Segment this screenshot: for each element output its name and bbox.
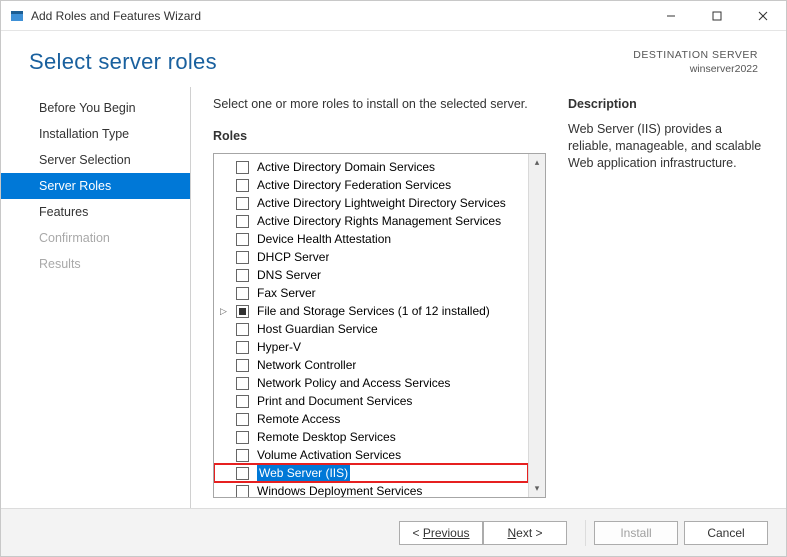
role-label: Network Policy and Access Services — [257, 375, 450, 391]
role-row[interactable]: Web Server (IIS) — [214, 464, 528, 482]
minimize-button[interactable] — [648, 1, 694, 31]
sidebar-item-features[interactable]: Features — [1, 199, 190, 225]
roles-list[interactable]: Active Directory Domain Services Active D… — [214, 154, 528, 497]
role-row[interactable]: Hyper-V — [214, 338, 528, 356]
sidebar: Before You BeginInstallation TypeServer … — [1, 87, 191, 508]
window-title: Add Roles and Features Wizard — [31, 9, 648, 23]
footer-divider — [585, 520, 586, 546]
role-label: Remote Access — [257, 411, 340, 427]
sidebar-item-results: Results — [1, 251, 190, 277]
description-text: Web Server (IIS) provides a reliable, ma… — [568, 121, 768, 172]
role-label: Active Directory Federation Services — [257, 177, 451, 193]
roles-label: Roles — [213, 129, 546, 143]
app-icon — [9, 8, 25, 24]
install-button[interactable]: Install — [594, 521, 678, 545]
role-row[interactable]: Active Directory Domain Services — [214, 158, 528, 176]
role-row[interactable]: Active Directory Federation Services — [214, 176, 528, 194]
role-label: Active Directory Rights Management Servi… — [257, 213, 501, 229]
content: Select one or more roles to install on t… — [191, 87, 786, 508]
main: Before You BeginInstallation TypeServer … — [1, 86, 786, 508]
role-checkbox[interactable] — [236, 341, 249, 354]
previous-button[interactable]: < Previous — [399, 521, 483, 545]
role-checkbox[interactable] — [236, 449, 249, 462]
role-label: File and Storage Services (1 of 12 insta… — [257, 303, 490, 319]
maximize-button[interactable] — [694, 1, 740, 31]
role-checkbox[interactable] — [236, 179, 249, 192]
role-label: DHCP Server — [257, 249, 329, 265]
role-row[interactable]: Network Controller — [214, 356, 528, 374]
role-row[interactable]: DNS Server — [214, 266, 528, 284]
role-row[interactable]: DHCP Server — [214, 248, 528, 266]
expand-icon[interactable]: ▷ — [220, 303, 230, 319]
window-controls — [648, 1, 786, 31]
role-label: Print and Document Services — [257, 393, 412, 409]
destination-label: DESTINATION SERVER — [633, 49, 758, 63]
destination-block: DESTINATION SERVER winserver2022 — [633, 49, 758, 76]
role-label: Volume Activation Services — [257, 447, 401, 463]
role-row[interactable]: Remote Access — [214, 410, 528, 428]
role-label: Active Directory Lightweight Directory S… — [257, 195, 506, 211]
roles-column: Select one or more roles to install on t… — [213, 97, 546, 498]
role-row[interactable]: Active Directory Lightweight Directory S… — [214, 194, 528, 212]
role-row[interactable]: Device Health Attestation — [214, 230, 528, 248]
role-checkbox[interactable] — [236, 305, 249, 318]
titlebar: Add Roles and Features Wizard — [1, 1, 786, 31]
role-checkbox[interactable] — [236, 323, 249, 336]
description-label: Description — [568, 97, 768, 111]
sidebar-item-installation-type[interactable]: Installation Type — [1, 121, 190, 147]
role-checkbox[interactable] — [236, 287, 249, 300]
role-row[interactable]: Active Directory Rights Management Servi… — [214, 212, 528, 230]
role-checkbox[interactable] — [236, 215, 249, 228]
cancel-button[interactable]: Cancel — [684, 521, 768, 545]
role-checkbox[interactable] — [236, 161, 249, 174]
role-label: Device Health Attestation — [257, 231, 391, 247]
role-label: Active Directory Domain Services — [257, 159, 435, 175]
roles-scrollbar[interactable]: ▴ ▾ — [528, 154, 545, 497]
next-button[interactable]: Next > — [483, 521, 567, 545]
role-label: DNS Server — [257, 267, 321, 283]
nav-buttons: < Previous Next > — [399, 521, 567, 545]
sidebar-item-before-you-begin[interactable]: Before You Begin — [1, 95, 190, 121]
destination-name: winserver2022 — [633, 63, 758, 77]
role-checkbox[interactable] — [236, 359, 249, 372]
role-checkbox[interactable] — [236, 377, 249, 390]
scroll-down-icon[interactable]: ▾ — [529, 480, 545, 497]
sidebar-item-server-selection[interactable]: Server Selection — [1, 147, 190, 173]
roles-listbox: Active Directory Domain Services Active D… — [213, 153, 546, 498]
role-label: Remote Desktop Services — [257, 429, 396, 445]
role-row[interactable]: Print and Document Services — [214, 392, 528, 410]
footer: < Previous Next > Install Cancel — [1, 508, 786, 556]
description-column: Description Web Server (IIS) provides a … — [568, 97, 768, 498]
role-label: Host Guardian Service — [257, 321, 378, 337]
role-checkbox[interactable] — [236, 269, 249, 282]
role-checkbox[interactable] — [236, 431, 249, 444]
role-checkbox[interactable] — [236, 251, 249, 264]
header: Select server roles DESTINATION SERVER w… — [1, 31, 786, 86]
role-checkbox[interactable] — [236, 233, 249, 246]
role-label: Windows Deployment Services — [257, 483, 422, 497]
role-row[interactable]: Windows Deployment Services — [214, 482, 528, 497]
role-row[interactable]: Host Guardian Service — [214, 320, 528, 338]
role-label: Web Server (IIS) — [257, 465, 350, 481]
sidebar-item-server-roles[interactable]: Server Roles — [1, 173, 190, 199]
scroll-up-icon[interactable]: ▴ — [529, 154, 545, 171]
role-label: Fax Server — [257, 285, 316, 301]
sidebar-item-confirmation: Confirmation — [1, 225, 190, 251]
role-row[interactable]: Fax Server — [214, 284, 528, 302]
role-row[interactable]: Volume Activation Services — [214, 446, 528, 464]
role-checkbox[interactable] — [236, 485, 249, 497]
role-label: Hyper-V — [257, 339, 301, 355]
role-row[interactable]: Remote Desktop Services — [214, 428, 528, 446]
role-label: Network Controller — [257, 357, 356, 373]
role-row[interactable]: ▷ File and Storage Services (1 of 12 inst… — [214, 302, 528, 320]
role-checkbox[interactable] — [236, 413, 249, 426]
role-checkbox[interactable] — [236, 467, 249, 480]
role-row[interactable]: Network Policy and Access Services — [214, 374, 528, 392]
role-checkbox[interactable] — [236, 395, 249, 408]
role-checkbox[interactable] — [236, 197, 249, 210]
page-title: Select server roles — [29, 49, 217, 75]
intro-text: Select one or more roles to install on t… — [213, 97, 546, 111]
close-button[interactable] — [740, 1, 786, 31]
